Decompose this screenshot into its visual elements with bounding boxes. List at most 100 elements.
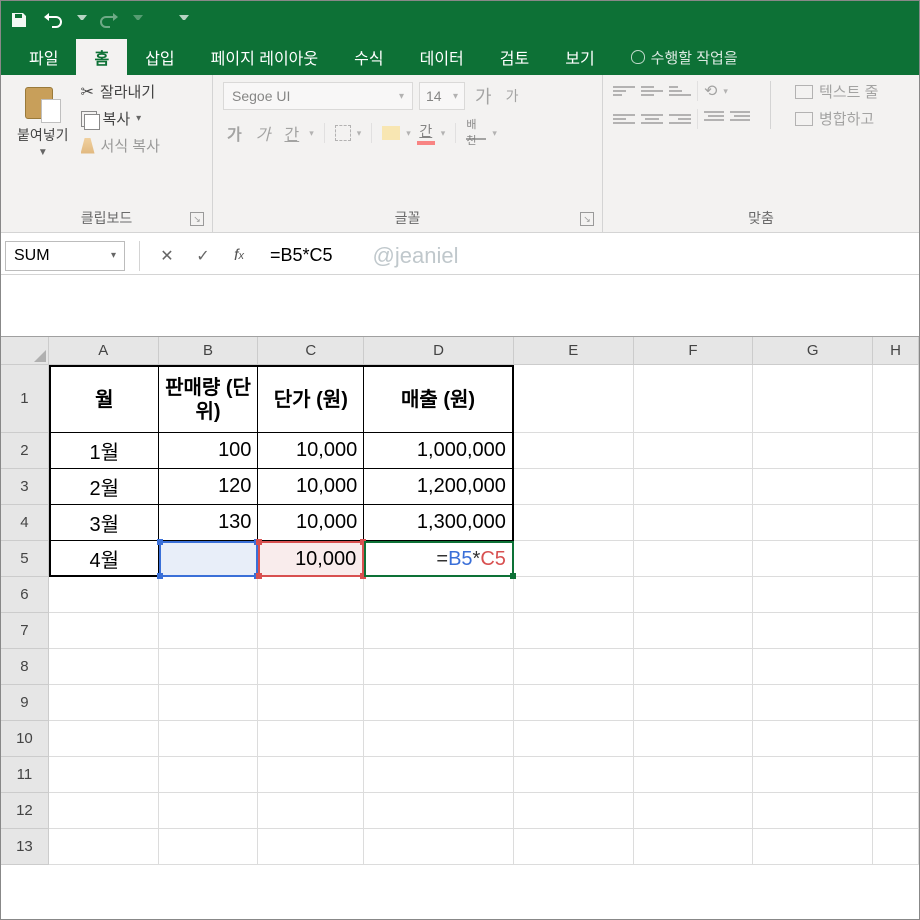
cell-H8[interactable] <box>873 649 919 685</box>
cell-A13[interactable] <box>49 829 159 865</box>
cell-A6[interactable] <box>49 577 159 613</box>
formula-input[interactable]: =B5*C5@jeaniel <box>262 241 915 271</box>
tab-data[interactable]: 데이터 <box>402 39 482 75</box>
tab-home[interactable]: 홈 <box>76 39 127 75</box>
cell-D4[interactable]: 1,300,000 <box>364 505 514 541</box>
cell-A10[interactable] <box>49 721 159 757</box>
dialog-launcher-icon[interactable]: ↘ <box>580 212 594 226</box>
cell-G9[interactable] <box>753 685 873 721</box>
grow-font-button[interactable]: 가 <box>471 81 496 111</box>
cell-F12[interactable] <box>634 793 754 829</box>
cell-G11[interactable] <box>753 757 873 793</box>
col-header-E[interactable]: E <box>514 337 634 365</box>
save-icon[interactable] <box>7 8 31 32</box>
orientation-button[interactable]: ⟲ <box>704 81 717 101</box>
cell-B13[interactable] <box>159 829 259 865</box>
enter-button[interactable]: ✓ <box>190 243 216 269</box>
cell-A2[interactable]: 1월 <box>49 433 159 469</box>
cell-E8[interactable] <box>514 649 634 685</box>
cell-C12[interactable] <box>258 793 364 829</box>
spreadsheet-grid[interactable]: A B C D E F G H 1 월 판매량 (단위) 단가 (원) 매출 (… <box>1 337 919 865</box>
cell-F10[interactable] <box>634 721 754 757</box>
chevron-down-icon[interactable]: ▾ <box>492 128 497 139</box>
format-painter-button[interactable]: 서식 복사 <box>81 135 160 156</box>
cell-F6[interactable] <box>634 577 754 613</box>
chevron-down-icon[interactable]: ▾ <box>357 128 362 139</box>
paste-button[interactable]: 붙여넣기 ▼ <box>11 81 75 160</box>
cell-H5[interactable] <box>873 541 919 577</box>
merge-center-button[interactable]: 병합하고 <box>795 108 878 129</box>
bold-button[interactable]: 가 <box>223 119 246 147</box>
row-header-3[interactable]: 3 <box>1 469 49 505</box>
undo-icon[interactable] <box>41 8 65 32</box>
cell-H12[interactable] <box>873 793 919 829</box>
tab-formulas[interactable]: 수식 <box>336 39 401 75</box>
tab-view[interactable]: 보기 <box>547 39 612 75</box>
align-right-button[interactable] <box>669 110 691 128</box>
cell-G3[interactable] <box>753 469 873 505</box>
cell-H11[interactable] <box>873 757 919 793</box>
chevron-down-icon[interactable]: ▾ <box>309 128 314 139</box>
row-header-5[interactable]: 5 <box>1 541 49 577</box>
cell-C8[interactable] <box>258 649 364 685</box>
tab-file[interactable]: 파일 <box>11 39 76 75</box>
cell-B12[interactable] <box>159 793 259 829</box>
cell-D9[interactable] <box>364 685 514 721</box>
font-color-button[interactable]: 간 <box>417 121 435 145</box>
cell-H3[interactable] <box>873 469 919 505</box>
insert-function-button[interactable]: fx <box>226 243 252 269</box>
undo-dropdown-icon[interactable] <box>77 15 87 25</box>
cell-H10[interactable] <box>873 721 919 757</box>
cell-G6[interactable] <box>753 577 873 613</box>
cell-H2[interactable] <box>873 433 919 469</box>
cell-A4[interactable]: 3월 <box>49 505 159 541</box>
phonetic-button[interactable]: 배천 <box>466 126 486 140</box>
cell-D10[interactable] <box>364 721 514 757</box>
cell-F4[interactable] <box>634 505 754 541</box>
font-name-select[interactable]: Segoe UI▾ <box>223 82 413 110</box>
italic-button[interactable]: 가 <box>252 119 275 147</box>
row-header-9[interactable]: 9 <box>1 685 49 721</box>
cell-F5[interactable] <box>634 541 754 577</box>
cut-button[interactable]: ✂잘라내기 <box>81 81 160 102</box>
cell-F3[interactable] <box>634 469 754 505</box>
cell-B10[interactable] <box>159 721 259 757</box>
underline-button[interactable]: 간 <box>280 119 303 147</box>
cell-F13[interactable] <box>634 829 754 865</box>
align-middle-button[interactable] <box>641 82 663 100</box>
col-header-B[interactable]: B <box>159 337 259 365</box>
cell-H4[interactable] <box>873 505 919 541</box>
cell-G5[interactable] <box>753 541 873 577</box>
cell-D13[interactable] <box>364 829 514 865</box>
chevron-down-icon[interactable]: ▾ <box>441 128 446 139</box>
cell-F8[interactable] <box>634 649 754 685</box>
tab-insert[interactable]: 삽입 <box>127 39 192 75</box>
cell-B7[interactable] <box>159 613 259 649</box>
row-header-1[interactable]: 1 <box>1 365 49 433</box>
cell-E4[interactable] <box>514 505 634 541</box>
cell-B4[interactable]: 130 <box>159 505 259 541</box>
cell-G8[interactable] <box>753 649 873 685</box>
copy-button[interactable]: 복사▾ <box>81 108 160 129</box>
cell-B9[interactable] <box>159 685 259 721</box>
cell-G2[interactable] <box>753 433 873 469</box>
cell-F9[interactable] <box>634 685 754 721</box>
row-header-13[interactable]: 13 <box>1 829 49 865</box>
row-header-8[interactable]: 8 <box>1 649 49 685</box>
cell-H6[interactable] <box>873 577 919 613</box>
cell-A11[interactable] <box>49 757 159 793</box>
cell-B2[interactable]: 100 <box>159 433 259 469</box>
cell-E9[interactable] <box>514 685 634 721</box>
chevron-down-icon[interactable]: ▼ <box>38 147 48 158</box>
row-header-12[interactable]: 12 <box>1 793 49 829</box>
cell-G7[interactable] <box>753 613 873 649</box>
cell-H1[interactable] <box>873 365 919 433</box>
align-top-button[interactable] <box>613 82 635 100</box>
increase-indent-button[interactable] <box>730 111 750 127</box>
font-size-select[interactable]: 14▾ <box>419 82 465 110</box>
chevron-down-icon[interactable]: ▾ <box>136 113 141 124</box>
decrease-indent-button[interactable] <box>704 111 724 127</box>
align-bottom-button[interactable] <box>669 82 691 100</box>
cell-E11[interactable] <box>514 757 634 793</box>
cell-F7[interactable] <box>634 613 754 649</box>
